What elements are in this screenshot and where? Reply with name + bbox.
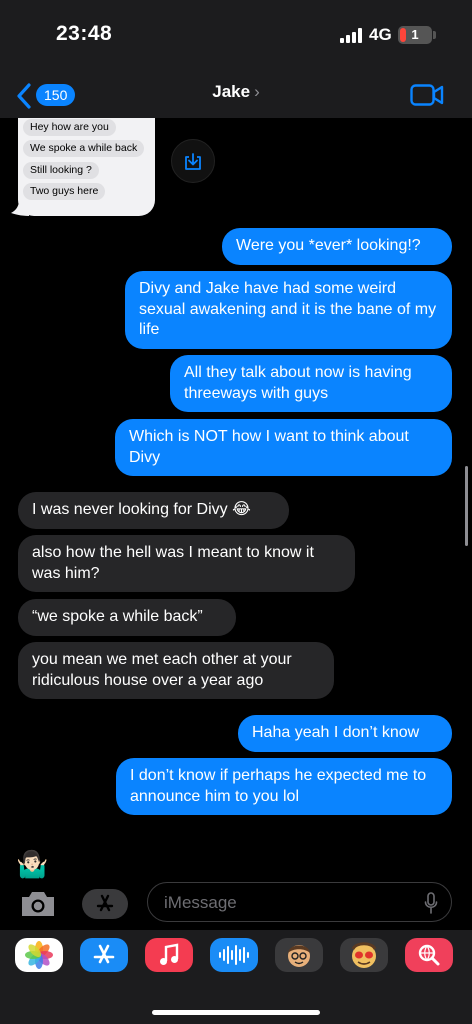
sent-message[interactable]: All they talk about now is having threew…: [170, 355, 452, 412]
status-bar: 23:48 4G 1: [0, 0, 472, 70]
app-store-icon[interactable]: [80, 938, 128, 972]
status-time: 23:48: [56, 22, 113, 45]
network-type: 4G: [369, 25, 392, 44]
music-icon[interactable]: [145, 938, 193, 972]
photos-flower-icon: [25, 941, 53, 969]
microphone-icon[interactable]: [424, 892, 438, 914]
attachment-message: Still looking ?: [23, 162, 99, 179]
received-message[interactable]: you mean we met each other at your ridic…: [18, 642, 334, 699]
received-message[interactable]: “we spoke a while back”: [18, 599, 236, 636]
sent-message[interactable]: Haha yeah I don’t know: [238, 715, 452, 752]
attachment-message: Hey how are you: [23, 119, 116, 136]
battery-level: 1: [411, 27, 419, 42]
message-input[interactable]: iMessage: [147, 882, 452, 922]
memoji-face-icon: [288, 945, 310, 967]
photos-app-icon[interactable]: [15, 938, 63, 972]
audio-message-icon[interactable]: [210, 938, 258, 972]
save-attachment-button[interactable]: [171, 139, 215, 183]
share-icon: [185, 153, 201, 170]
magnifier-globe-icon: [418, 944, 440, 966]
message-input-placeholder: iMessage: [164, 893, 237, 912]
sent-message[interactable]: Divy and Jake have had some weird sexual…: [125, 271, 452, 349]
camera-icon[interactable]: [18, 888, 58, 920]
contact-name-button[interactable]: Jake ›: [0, 82, 472, 102]
waveform-icon: [219, 945, 249, 965]
chevron-right-icon: ›: [254, 82, 260, 101]
sent-message[interactable]: I don’t know if perhaps he expected me t…: [116, 758, 452, 815]
image-search-icon[interactable]: [405, 938, 453, 972]
attachment-message: Two guys here: [23, 183, 106, 200]
sent-message[interactable]: Which is NOT how I want to think about D…: [115, 419, 452, 476]
memoji-reaction[interactable]: 🤷🏻‍♂️: [16, 849, 48, 880]
music-note-icon: [160, 943, 179, 965]
app-store-icon: [96, 894, 114, 912]
memoji-icon[interactable]: [275, 938, 323, 972]
contact-name: Jake: [212, 82, 251, 101]
battery-tip: [433, 31, 436, 39]
app-store-glyph-icon: [93, 944, 115, 964]
home-indicator[interactable]: [152, 1010, 320, 1015]
sent-message[interactable]: Were you *ever* looking!?: [222, 228, 452, 265]
attachment-message: We spoke a while back: [23, 140, 145, 157]
animoji-icon[interactable]: [340, 938, 388, 972]
app-store-toggle-button[interactable]: [82, 889, 128, 919]
animoji-face-icon: [351, 942, 377, 968]
video-call-icon[interactable]: [410, 84, 444, 106]
screenshot-attachment[interactable]: Hey how are you We spoke a while back St…: [18, 118, 155, 216]
battery-icon: 1: [398, 26, 432, 44]
scrollbar[interactable]: [465, 466, 468, 546]
received-message[interactable]: I was never looking for Divy 😂: [18, 492, 289, 529]
received-message[interactable]: also how the hell was I meant to know it…: [18, 535, 355, 592]
conversation-header: 150 Jake ›: [0, 70, 472, 118]
signal-icon: [340, 28, 364, 43]
